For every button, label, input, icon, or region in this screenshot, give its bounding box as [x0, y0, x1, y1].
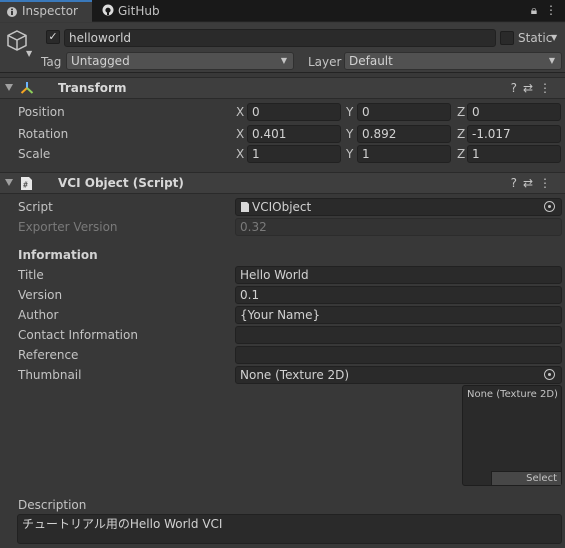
position-label: Position: [18, 105, 65, 119]
script-label: Script: [18, 200, 53, 214]
kebab-menu-icon[interactable]: ⋮: [539, 81, 557, 95]
object-header: ▼ ✓ helloworld Static ▼ Tag Untagged ▼ L…: [0, 23, 565, 73]
version-field[interactable]: 0.1: [235, 286, 562, 304]
help-icon[interactable]: ?: [511, 176, 523, 190]
exporter-version-field: 0.32: [235, 218, 562, 236]
layer-label: Layer: [308, 55, 342, 69]
github-icon: [102, 4, 114, 16]
version-label: Version: [18, 288, 63, 302]
axis-y-label[interactable]: Y: [346, 103, 353, 121]
cube-icon: [7, 30, 27, 51]
fold-arrow-icon[interactable]: [5, 179, 13, 186]
thumbnail-preview[interactable]: None (Texture 2D) Select: [462, 385, 562, 486]
vci-object-header[interactable]: # VCI Object (Script) ?⇄⋮: [0, 172, 565, 194]
position-y-field[interactable]: 0: [357, 103, 451, 121]
static-dropdown-arrow-icon[interactable]: ▼: [551, 29, 557, 47]
contact-information-label: Contact Information: [18, 328, 138, 342]
object-name-field[interactable]: helloworld: [64, 29, 496, 47]
scale-z-field[interactable]: 1: [467, 145, 561, 163]
axis-z-label[interactable]: Z: [457, 103, 465, 121]
tag-label: Tag: [41, 55, 62, 69]
reference-label: Reference: [18, 348, 79, 362]
tab-bar: Inspector GitHub 🔒︎ ⋮: [0, 0, 565, 22]
tab-github-label: GitHub: [118, 4, 160, 18]
title-field[interactable]: Hello World: [235, 266, 562, 284]
static-checkbox[interactable]: [500, 31, 514, 45]
title-label: Title: [18, 268, 44, 282]
axis-z-label[interactable]: Z: [457, 125, 465, 143]
description-field[interactable]: チュートリアル用のHello World VCI: [17, 514, 562, 544]
scale-x-field[interactable]: 1: [247, 145, 341, 163]
help-icon[interactable]: ?: [511, 81, 523, 95]
object-picker-icon[interactable]: [544, 201, 555, 212]
position-x-field[interactable]: 0: [247, 103, 341, 121]
active-checkbox[interactable]: ✓: [46, 30, 60, 44]
thumbnail-label: Thumbnail: [18, 368, 82, 382]
axis-x-label[interactable]: X: [236, 103, 244, 121]
transform-icon: [20, 82, 34, 94]
chevron-down-icon: ▼: [280, 56, 287, 65]
static-label: Static: [518, 31, 553, 45]
layer-value: Default: [349, 54, 393, 68]
svg-text:#: #: [23, 181, 28, 190]
exporter-version-label: Exporter Version: [18, 220, 118, 234]
script-icon: #: [21, 177, 32, 190]
thumbnail-value: None (Texture 2D): [240, 368, 350, 382]
information-header: Information: [18, 248, 98, 262]
thumbnail-field[interactable]: None (Texture 2D): [235, 366, 562, 384]
script-field[interactable]: VCIObject: [235, 198, 562, 216]
position-z-field[interactable]: 0: [467, 103, 561, 121]
author-label: Author: [18, 308, 59, 322]
reference-field[interactable]: [235, 346, 562, 364]
component-icons: ?⇄⋮: [511, 176, 557, 190]
contact-information-field[interactable]: [235, 326, 562, 344]
scale-y-field[interactable]: 1: [357, 145, 451, 163]
tag-dropdown[interactable]: Untagged ▼: [66, 52, 294, 70]
fold-arrow-icon[interactable]: [5, 84, 13, 91]
scale-label: Scale: [18, 147, 51, 161]
info-icon: [7, 7, 17, 17]
rotation-x-field[interactable]: 0.401: [247, 125, 341, 143]
tab-inspector[interactable]: Inspector: [0, 0, 92, 22]
layer-dropdown[interactable]: Default ▼: [344, 52, 562, 70]
tab-inspector-label: Inspector: [22, 4, 78, 18]
select-button[interactable]: Select: [491, 471, 561, 485]
preset-icon[interactable]: ⇄: [523, 176, 539, 190]
description-label: Description: [18, 498, 87, 512]
preset-icon[interactable]: ⇄: [523, 81, 539, 95]
chevron-down-icon: ▼: [548, 56, 555, 65]
object-picker-icon[interactable]: [544, 369, 555, 380]
rotation-y-field[interactable]: 0.892: [357, 125, 451, 143]
transform-title: Transform: [58, 81, 127, 95]
rotation-label: Rotation: [18, 127, 69, 141]
axis-x-label[interactable]: X: [236, 145, 244, 163]
transform-header[interactable]: Transform ?⇄⋮: [0, 77, 565, 99]
component-icons: ?⇄⋮: [511, 81, 557, 95]
kebab-menu-icon[interactable]: ⋮: [545, 3, 557, 17]
thumbnail-preview-text: None (Texture 2D): [467, 389, 558, 400]
lock-icon[interactable]: 🔒︎: [531, 3, 537, 17]
kebab-menu-icon[interactable]: ⋮: [539, 176, 557, 190]
script-file-icon: [241, 202, 249, 212]
axis-y-label[interactable]: Y: [346, 125, 353, 143]
script-value: VCIObject: [252, 200, 312, 214]
author-field[interactable]: {Your Name}: [235, 306, 562, 324]
axis-z-label[interactable]: Z: [457, 145, 465, 163]
tab-github[interactable]: GitHub: [96, 0, 176, 22]
axis-x-label[interactable]: X: [236, 125, 244, 143]
vci-object-title: VCI Object (Script): [58, 176, 184, 190]
tag-value: Untagged: [71, 54, 130, 68]
tab-bar-icons: 🔒︎ ⋮: [531, 3, 557, 18]
icon-dropdown-arrow-icon[interactable]: ▼: [26, 49, 32, 58]
rotation-z-field[interactable]: -1.017: [467, 125, 561, 143]
axis-y-label[interactable]: Y: [346, 145, 353, 163]
